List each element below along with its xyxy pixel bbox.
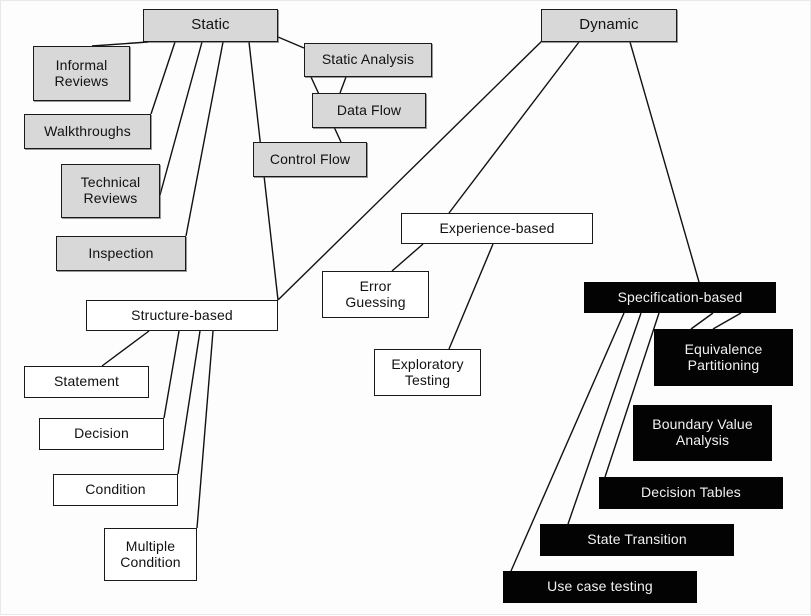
connector-static-to-static_analysis: [277, 36, 305, 49]
node-data_flow[interactable]: Data Flow: [312, 93, 426, 128]
node-dynamic[interactable]: Dynamic: [541, 9, 677, 42]
connector-structure_based-to-multiple_condition: [196, 330, 214, 529]
node-decision_tables[interactable]: Decision Tables: [599, 477, 783, 509]
node-exploratory[interactable]: Exploratory Testing: [374, 349, 481, 396]
node-walkthroughs[interactable]: Walkthroughs: [24, 114, 151, 149]
node-condition[interactable]: Condition: [53, 474, 178, 506]
testing-techniques-diagram: Static Informal Reviews Walkthroughs Techni…: [0, 0, 811, 615]
connector-structure_based-to-statement: [101, 330, 150, 367]
connector-static-to-walkthroughs: [150, 41, 176, 115]
connector-dynamic-to-experience_based: [448, 41, 580, 214]
node-experience_based[interactable]: Experience-based: [401, 213, 593, 244]
node-control_flow[interactable]: Control Flow: [253, 142, 367, 177]
connector-static-to-inspection: [185, 41, 224, 237]
connector-static-to-technical_reviews: [159, 41, 203, 196]
connector-experience_based-to-error_guessing: [391, 243, 424, 272]
connector-structure_based-to-condition: [177, 330, 201, 475]
node-equivalence[interactable]: Equivalence Partitioning: [654, 329, 793, 386]
node-use_case[interactable]: Use case testing: [503, 571, 697, 603]
node-error_guessing[interactable]: Error Guessing: [322, 271, 429, 318]
node-static_analysis[interactable]: Static Analysis: [304, 43, 432, 77]
node-boundary[interactable]: Boundary Value Analysis: [633, 405, 772, 461]
node-inspection[interactable]: Inspection: [56, 236, 186, 271]
connector-static_analysis-to-data_flow: [339, 76, 347, 94]
connector-specification-to-equivalence: [690, 312, 714, 330]
node-structure_based[interactable]: Structure-based: [86, 300, 278, 331]
connector-dynamic-to-specification: [629, 41, 700, 283]
connector-experience_based-to-exploratory: [448, 243, 494, 350]
node-state_transition[interactable]: State Transition: [540, 524, 734, 556]
node-statement[interactable]: Statement: [24, 366, 149, 398]
node-static[interactable]: Static: [143, 9, 278, 42]
node-decision[interactable]: Decision: [39, 418, 164, 450]
node-specification[interactable]: Specification-based: [584, 282, 776, 313]
node-informal_reviews[interactable]: Informal Reviews: [33, 46, 130, 101]
connector-specification-to-boundary: [712, 312, 742, 330]
connector-structure_based-to-decision: [163, 330, 180, 419]
node-multiple_condition[interactable]: Multiple Condition: [104, 528, 197, 581]
node-technical_reviews[interactable]: Technical Reviews: [61, 164, 160, 218]
